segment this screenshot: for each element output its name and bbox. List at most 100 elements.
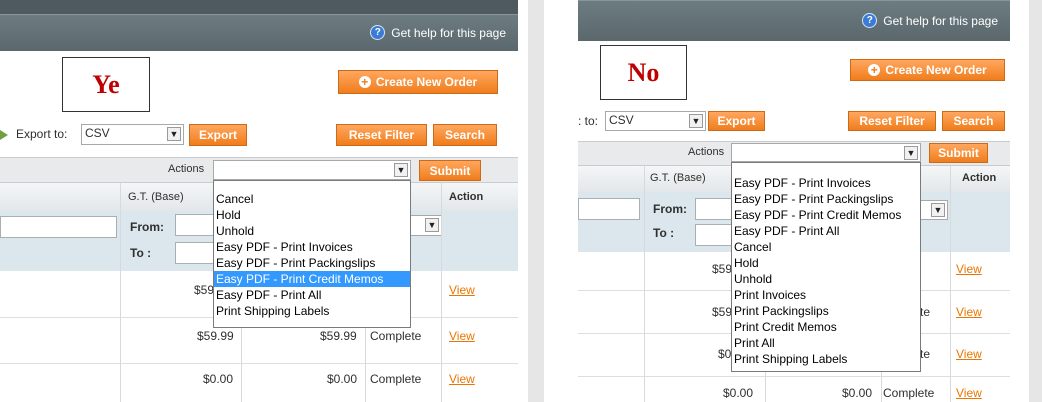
status-cell: Complete [370, 329, 422, 343]
dropdown-option[interactable]: Easy PDF - Print Invoices [214, 239, 410, 255]
help-link[interactable]: ? Get help for this page [370, 25, 506, 40]
row-divider [578, 376, 1010, 377]
view-link[interactable]: View [956, 305, 982, 319]
view-link[interactable]: View [449, 372, 475, 386]
dropdown-option[interactable]: Print Shipping Labels [732, 351, 920, 367]
column-divider [950, 166, 951, 402]
help-label: Get help for this page [391, 25, 506, 40]
column-divider [644, 166, 645, 402]
export-button[interactable]: Export [708, 111, 765, 131]
help-bar: ? Get help for this page [0, 14, 518, 51]
filter-text-input[interactable] [578, 198, 640, 220]
reset-filter-button[interactable]: Reset Filter [336, 124, 427, 146]
dropdown-option[interactable]: Print All [732, 335, 920, 351]
dropdown-option[interactable]: Easy PDF - Print All [732, 223, 920, 239]
dropdown-option[interactable]: Easy PDF - Print Packingslips [732, 191, 920, 207]
gt-purchased-cell: $0.00 [327, 372, 358, 386]
status-cell: te [920, 305, 931, 319]
view-link[interactable]: View [449, 283, 475, 297]
view-link[interactable]: View [956, 347, 982, 361]
status-cell: Complete [370, 372, 422, 386]
column-header-action: Action [962, 172, 997, 184]
submit-button[interactable]: Submit [929, 143, 988, 163]
gt-base-cell: $59.99 [197, 329, 234, 343]
dropdown-option-blank[interactable] [214, 181, 410, 191]
filter-text-input[interactable] [0, 216, 117, 238]
actions-label: Actions [688, 146, 725, 158]
gt-purchased-cell: $0.00 [842, 386, 873, 400]
dropdown-option[interactable]: Cancel [214, 191, 410, 207]
help-link[interactable]: ? Get help for this page [862, 13, 998, 28]
dropdown-option[interactable]: Cancel [732, 239, 920, 255]
chevron-down-icon: ▼ [394, 163, 408, 177]
create-new-order-button[interactable]: + Create New Order [850, 59, 1005, 81]
from-label: From: [130, 220, 164, 234]
dropdown-option-highlighted[interactable]: Easy PDF - Print Credit Memos [214, 271, 410, 287]
create-new-order-label: Create New Order [375, 75, 478, 89]
left-screenshot-panel: ? Get help for this page Ye + Create New… [0, 0, 518, 402]
actions-select[interactable]: ▼ [213, 160, 411, 180]
view-link[interactable]: View [956, 386, 982, 400]
question-icon: ? [862, 13, 878, 28]
top-bar [0, 0, 518, 14]
chevron-down-icon: ▼ [931, 203, 945, 217]
dropdown-option[interactable]: Unhold [732, 271, 920, 287]
dropdown-option[interactable]: Print Packingslips [732, 303, 920, 319]
chevron-down-icon: ▼ [689, 114, 703, 128]
chevron-down-icon: ▼ [904, 146, 918, 160]
search-button[interactable]: Search [942, 111, 1005, 131]
column-header-action: Action [449, 191, 484, 203]
column-divider [120, 183, 121, 402]
column-divider [441, 183, 442, 402]
search-button[interactable]: Search [433, 124, 497, 146]
view-link[interactable]: View [956, 262, 982, 276]
actions-dropdown-list: Cancel Hold Unhold Easy PDF - Print Invo… [213, 180, 411, 328]
dropdown-option[interactable]: Hold [214, 207, 410, 223]
reset-filter-button[interactable]: Reset Filter [848, 111, 936, 131]
status-filter-select[interactable]: ▼ [918, 200, 948, 220]
export-format-value: CSV [85, 126, 110, 140]
export-button[interactable]: Export [189, 124, 247, 146]
export-format-select[interactable]: CSV ▼ [605, 111, 706, 131]
status-cell: Complete [883, 386, 935, 400]
status-cell: te [920, 347, 931, 361]
gt-base-cell: $59 [712, 305, 733, 319]
export-to-label: : to: [578, 114, 599, 128]
scrollbar-gutter [528, 0, 544, 402]
column-header-gt-base[interactable]: G.T. (Base) [128, 191, 184, 203]
view-link[interactable]: View [449, 329, 475, 343]
column-header-gt-base[interactable]: G.T. (Base) [650, 172, 706, 184]
dropdown-option[interactable]: Print Shipping Labels [214, 303, 410, 319]
dropdown-option[interactable]: Print Invoices [732, 287, 920, 303]
gt-purchased-cell: $59.99 [320, 329, 357, 343]
actions-select[interactable]: ▼ [731, 143, 921, 162]
submit-button[interactable]: Submit [419, 160, 481, 181]
export-format-value: CSV [609, 113, 634, 127]
answer-tag: Ye [62, 57, 150, 112]
help-label: Get help for this page [883, 13, 998, 28]
gt-base-cell: $0.00 [723, 386, 754, 400]
dropdown-option[interactable]: Print Credit Memos [732, 319, 920, 335]
dropdown-option[interactable]: Easy PDF - Print Invoices [732, 175, 920, 191]
export-format-select[interactable]: CSV ▼ [81, 124, 184, 145]
gt-base-cell: $59 [194, 283, 215, 297]
from-input[interactable] [695, 198, 735, 220]
dropdown-option-blank[interactable] [732, 163, 920, 175]
dropdown-option[interactable]: Unhold [214, 223, 410, 239]
chevron-down-icon: ▼ [167, 127, 181, 141]
scrollbar-gutter [1029, 0, 1042, 402]
chevron-down-icon: ▼ [425, 218, 439, 232]
status-filter-select[interactable]: ▼ [410, 215, 442, 236]
answer-tag: No [600, 45, 687, 100]
create-new-order-button[interactable]: + Create New Order [338, 70, 498, 94]
dropdown-option[interactable]: Easy PDF - Print Credit Memos [732, 207, 920, 223]
plus-icon: + [868, 64, 881, 76]
dropdown-option[interactable]: Easy PDF - Print All [214, 287, 410, 303]
create-new-order-label: Create New Order [885, 63, 987, 77]
dropdown-option[interactable]: Easy PDF - Print Packingslips [214, 255, 410, 271]
question-icon: ? [370, 25, 386, 40]
export-to-label: Export to: [16, 127, 68, 141]
dropdown-option[interactable]: Hold [732, 255, 920, 271]
plus-icon: + [358, 76, 371, 88]
to-input[interactable] [695, 224, 735, 246]
